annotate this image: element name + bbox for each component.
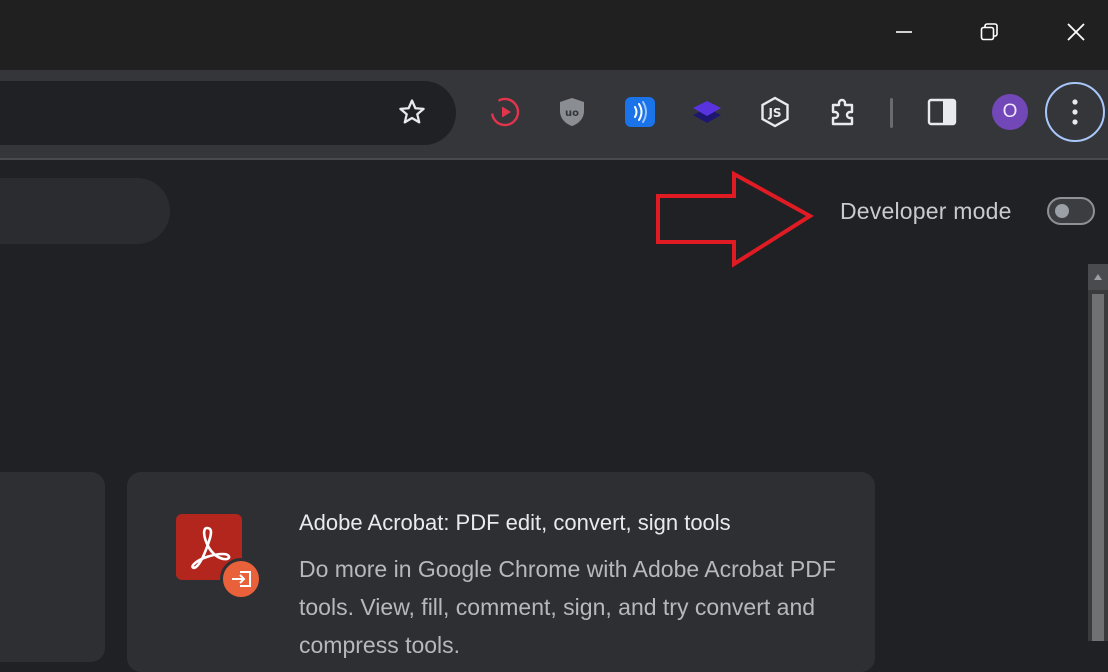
restore-icon [980,23,998,41]
extensions-button[interactable] [823,92,863,132]
star-icon [399,99,425,124]
svg-text:JS: JS [767,106,781,120]
extensions-search-bar[interactable] [0,178,170,244]
side-panel-button[interactable] [922,92,962,132]
ublock-origin-icon: uo [560,98,584,126]
minimize-button[interactable] [873,0,935,64]
developer-mode-label: Developer mode [840,198,1012,224]
extension-card: Adobe Acrobat: PDF edit, convert, sign t… [127,472,875,672]
browser-toolbar: uo JS O [0,70,1108,160]
toggle-knob [1055,204,1069,218]
acrobat-symbol-icon [191,526,231,570]
restore-button[interactable] [958,0,1020,64]
profile-initial: O [1002,101,1018,122]
side-panel-icon [927,98,957,126]
browser-menu-button[interactable] [1045,82,1105,142]
page-scrollbar[interactable] [1088,264,1108,641]
text-to-speech-icon [625,97,655,127]
extension-card-partial [0,472,105,662]
scroll-up-button[interactable] [1088,264,1108,290]
close-window-button[interactable] [1045,0,1107,64]
avatar: O [992,94,1028,130]
close-icon [1067,23,1085,41]
extension-name: Adobe Acrobat: PDF edit, convert, sign t… [299,510,731,535]
media-extension-icon [490,97,520,127]
developer-mode-toggle[interactable] [1047,197,1095,225]
profile-button[interactable]: O [990,92,1030,132]
layers-extension-button[interactable] [687,92,727,132]
three-dot-menu-icon [1072,99,1078,125]
js-extension-button[interactable]: JS [755,92,795,132]
svg-text:uo: uo [565,108,579,119]
address-bar[interactable] [0,81,456,145]
extensions-puzzle-icon [831,98,854,126]
red-arrow-annotation [656,170,814,268]
scroll-thumb[interactable] [1092,294,1104,641]
scroll-up-arrow-icon [1094,274,1102,280]
js-extension-icon: JS [761,96,789,128]
bookmark-button[interactable] [392,92,432,132]
ublock-origin-button[interactable]: uo [552,92,592,132]
media-extension-button[interactable] [485,92,525,132]
minimize-icon [896,31,912,33]
text-to-speech-button[interactable] [620,92,660,132]
import-badge-icon [220,558,262,600]
window-titlebar [0,0,1108,70]
layers-extension-icon [693,101,721,123]
extension-description: Do more in Google Chrome with Adobe Acro… [299,556,836,658]
toolbar-separator [890,98,893,128]
